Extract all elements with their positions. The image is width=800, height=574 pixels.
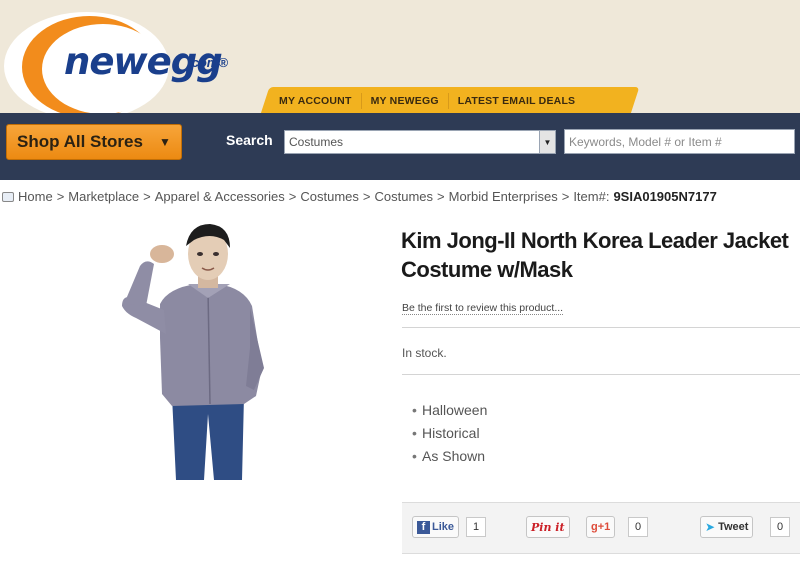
breadcrumb-costumes[interactable]: Costumes: [300, 189, 359, 204]
facebook-like-count: 1: [466, 517, 486, 537]
category-select[interactable]: Costumes ▼: [284, 130, 556, 154]
account-tabs: MY ACCOUNT MY NEWEGG LATEST EMAIL DEALS: [270, 87, 584, 114]
feature-item: • Halloween: [412, 399, 487, 422]
google-plus-count: 0: [628, 517, 648, 537]
breadcrumb-costumes-sub[interactable]: Costumes: [374, 189, 433, 204]
chevron-down-icon: ▼: [158, 135, 171, 149]
facebook-like-button[interactable]: f Like: [412, 516, 460, 538]
tab-my-newegg[interactable]: MY NEWEGG: [362, 92, 449, 109]
product-image[interactable]: [110, 218, 280, 480]
pinterest-button[interactable]: Pin it: [526, 516, 570, 538]
breadcrumb-home[interactable]: Home: [18, 189, 53, 204]
tweet-count: 0: [770, 517, 790, 537]
twitter-bird-icon: ➤: [705, 520, 716, 534]
feature-text: Halloween: [422, 402, 488, 418]
breadcrumb-separator: >: [288, 189, 297, 204]
feature-item: • Historical: [412, 422, 487, 445]
facebook-icon: f: [417, 520, 430, 534]
hand: [150, 245, 174, 263]
mask-eye-left: [197, 252, 203, 256]
tweet-button[interactable]: ➤ Tweet: [700, 516, 754, 538]
pinterest-label: Pin it: [531, 520, 565, 534]
item-number: 9SIA01905N7177: [613, 189, 717, 204]
bullet-icon: •: [412, 448, 417, 464]
social-share-bar: f Like 1 Pin it g +1 0 ➤ Tweet 0: [402, 502, 800, 554]
breadcrumb-separator: >: [437, 189, 445, 204]
breadcrumb-separator: >: [561, 189, 570, 204]
item-number-label: Item#:: [573, 189, 610, 204]
breadcrumb-separator: >: [362, 189, 371, 204]
product-title: Kim Jong-Il North Korea Leader Jacket Co…: [401, 228, 789, 282]
logo-suffix: .com®: [188, 55, 228, 70]
divider: [402, 327, 800, 328]
bullet-icon: •: [412, 402, 417, 418]
newegg-logo[interactable]: newegg .com®: [0, 0, 260, 120]
forearm-up: [124, 261, 154, 306]
breadcrumb-separator: >: [143, 189, 151, 204]
stock-status: In stock.: [402, 346, 447, 360]
breadcrumb-morbid-enterprises[interactable]: Morbid Enterprises: [449, 189, 558, 204]
shop-all-stores-button[interactable]: Shop All Stores ▼: [6, 124, 182, 160]
jacket: [160, 284, 262, 406]
divider: [402, 374, 800, 375]
feature-list: • Halloween • Historical • As Shown: [412, 399, 487, 468]
bullet-icon: •: [412, 425, 417, 441]
jeans: [172, 396, 244, 480]
search-label: Search: [226, 132, 273, 148]
google-plus-label: +1: [597, 521, 611, 533]
tweet-label: Tweet: [718, 521, 749, 533]
shop-all-stores-label: Shop All Stores: [17, 132, 143, 151]
review-link[interactable]: Be the first to review this product...: [402, 302, 564, 315]
tab-latest-email-deals[interactable]: LATEST EMAIL DEALS: [449, 93, 585, 109]
keyword-search-input[interactable]: [564, 129, 795, 154]
site-header: newegg .com® MY ACCOUNT MY NEWEGG LATEST…: [0, 0, 800, 180]
google-plus-icon: g: [591, 521, 598, 533]
breadcrumb: Home > Marketplace > Apparel & Accessori…: [2, 189, 717, 204]
dropdown-arrow-icon[interactable]: ▼: [539, 131, 555, 153]
home-icon[interactable]: [2, 191, 14, 202]
category-select-value: Costumes: [289, 135, 344, 149]
breadcrumb-apparel[interactable]: Apparel & Accessories: [155, 189, 285, 204]
google-plus-button[interactable]: g +1: [586, 516, 616, 538]
breadcrumb-separator: >: [56, 189, 65, 204]
feature-item: • As Shown: [412, 445, 487, 468]
mask-eye-right: [213, 252, 219, 256]
tab-my-account[interactable]: MY ACCOUNT: [270, 92, 362, 109]
feature-text: Historical: [422, 425, 480, 441]
feature-text: As Shown: [422, 448, 486, 464]
facebook-like-label: Like: [432, 521, 455, 533]
breadcrumb-marketplace[interactable]: Marketplace: [68, 189, 139, 204]
